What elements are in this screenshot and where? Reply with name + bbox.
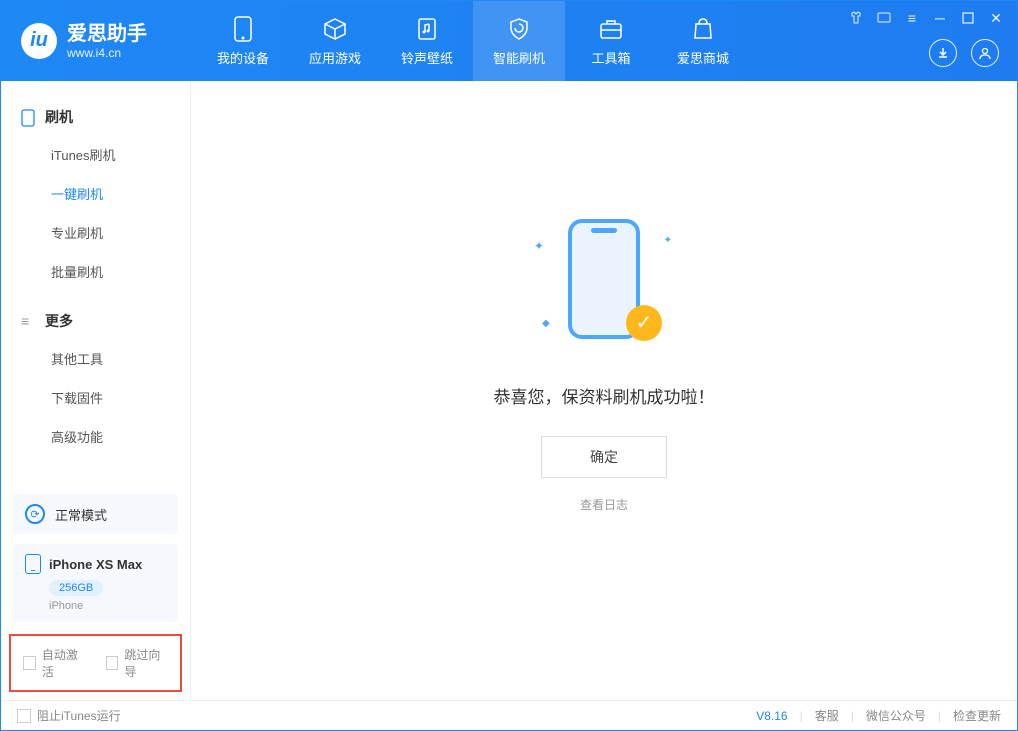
download-icon[interactable] <box>929 39 957 67</box>
logo-subtitle: www.i4.cn <box>67 46 147 60</box>
device-storage: 256GB <box>49 580 103 596</box>
checkbox-auto-activate[interactable]: 自动激活 <box>23 646 86 680</box>
tab-apps[interactable]: 应用游戏 <box>289 1 381 81</box>
sidebar-item-pro-flash[interactable]: 专业刷机 <box>1 213 190 252</box>
list-icon: ≡ <box>21 313 37 329</box>
device-panel: ⟳ 正常模式 iPhone XS Max 256GB iPhone <box>1 482 190 634</box>
phone-icon <box>25 554 41 574</box>
header: iu 爱思助手 www.i4.cn 我的设备 应用游戏 铃声壁纸 智能刷机 工具… <box>1 1 1017 81</box>
minimize-button[interactable]: ─ <box>931 9 949 27</box>
user-icon[interactable] <box>971 39 999 67</box>
sidebar-item-download-firmware[interactable]: 下载固件 <box>1 378 190 417</box>
device-icon <box>21 109 37 125</box>
sidebar-item-batch-flash[interactable]: 批量刷机 <box>1 252 190 291</box>
sidebar-group-more[interactable]: ≡ 更多 <box>1 303 190 339</box>
ok-button[interactable]: 确定 <box>541 436 667 478</box>
sidebar-item-oneclick-flash[interactable]: 一键刷机 <box>1 174 190 213</box>
close-button[interactable]: ✕ <box>987 9 1005 27</box>
device-name: iPhone XS Max <box>49 557 142 572</box>
sidebar: 刷机 iTunes刷机 一键刷机 专业刷机 批量刷机 ≡ 更多 其他工具 下载固… <box>1 81 191 700</box>
sidebar-item-itunes-flash[interactable]: iTunes刷机 <box>1 135 190 174</box>
check-icon: ✓ <box>626 305 662 341</box>
footer-link-wechat[interactable]: 微信公众号 <box>866 707 926 724</box>
shield-icon <box>506 16 532 42</box>
nav-tabs: 我的设备 应用游戏 铃声壁纸 智能刷机 工具箱 爱思商城 <box>197 1 749 81</box>
sidebar-item-advanced[interactable]: 高级功能 <box>1 417 190 456</box>
footer-link-update[interactable]: 检查更新 <box>953 707 1001 724</box>
tab-toolbox[interactable]: 工具箱 <box>565 1 657 81</box>
flash-options: 自动激活 跳过向导 <box>9 634 182 692</box>
device-type: iPhone <box>49 600 166 612</box>
cube-icon <box>322 16 348 42</box>
footer: 阻止iTunes运行 V8.16 | 客服 | 微信公众号 | 检查更新 <box>1 700 1017 730</box>
sidebar-group-flash[interactable]: 刷机 <box>1 99 190 135</box>
success-illustration: ✦ ✦ ◆ ✓ <box>514 209 694 359</box>
tab-ringtones[interactable]: 铃声壁纸 <box>381 1 473 81</box>
version-label: V8.16 <box>756 709 787 723</box>
logo-title: 爱思助手 <box>67 22 147 46</box>
mode-icon: ⟳ <box>25 504 45 524</box>
menu-icon[interactable]: ≡ <box>903 9 921 27</box>
sidebar-item-other-tools[interactable]: 其他工具 <box>1 339 190 378</box>
logo: iu 爱思助手 www.i4.cn <box>1 22 167 60</box>
checkbox-block-itunes[interactable]: 阻止iTunes运行 <box>17 707 121 724</box>
main-content: ✦ ✦ ◆ ✓ 恭喜您，保资料刷机成功啦！ 确定 查看日志 <box>191 81 1017 700</box>
music-icon <box>414 16 440 42</box>
window-controls: ≡ ─ ✕ <box>847 9 1005 27</box>
bag-icon <box>690 16 716 42</box>
device-mode[interactable]: ⟳ 正常模式 <box>13 494 178 534</box>
toolbox-icon <box>598 16 624 42</box>
shirt-icon[interactable] <box>847 9 865 27</box>
device-info[interactable]: iPhone XS Max 256GB iPhone <box>13 544 178 622</box>
tab-store[interactable]: 爱思商城 <box>657 1 749 81</box>
tab-my-device[interactable]: 我的设备 <box>197 1 289 81</box>
maximize-button[interactable] <box>959 9 977 27</box>
logo-icon: iu <box>21 23 57 59</box>
checkbox-skip-guide[interactable]: 跳过向导 <box>106 646 169 680</box>
phone-icon <box>230 16 256 42</box>
success-message: 恭喜您，保资料刷机成功啦！ <box>494 383 715 408</box>
footer-link-support[interactable]: 客服 <box>815 707 839 724</box>
feedback-icon[interactable] <box>875 9 893 27</box>
tab-flash[interactable]: 智能刷机 <box>473 1 565 81</box>
view-log-link[interactable]: 查看日志 <box>580 496 628 513</box>
